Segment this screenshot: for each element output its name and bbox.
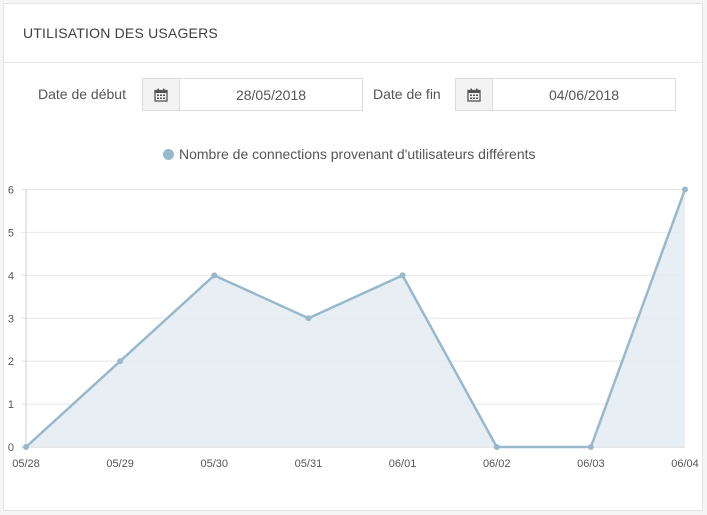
x-tick-label: 05/30 [201,458,229,470]
x-tick-label: 05/29 [106,458,134,470]
y-tick-label: 3 [8,313,14,325]
y-tick-label: 4 [8,270,14,282]
x-tick-label: 05/28 [12,458,40,470]
data-point [399,272,406,279]
x-tick-label: 06/01 [389,458,417,470]
data-point [682,186,688,193]
y-tick-label: 0 [8,442,14,454]
data-point [493,444,500,450]
y-tick-label: 2 [8,356,14,368]
y-tick-label: 1 [8,399,14,411]
x-tick-label: 06/02 [483,458,511,470]
data-point [587,444,594,450]
data-point [305,315,312,322]
connections-chart: 0 1 2 3 4 5 6 05/28 05/29 05/30 05/31 06/01 06/02 06/… [8,185,699,471]
data-point [23,444,29,450]
data-point [117,358,124,365]
x-tick-label: 05/31 [295,458,323,470]
x-tick-label: 06/04 [671,458,699,470]
data-point [211,272,218,279]
y-tick-label: 5 [8,227,14,239]
y-tick-label: 6 [8,185,14,197]
x-tick-label: 06/03 [577,458,605,470]
